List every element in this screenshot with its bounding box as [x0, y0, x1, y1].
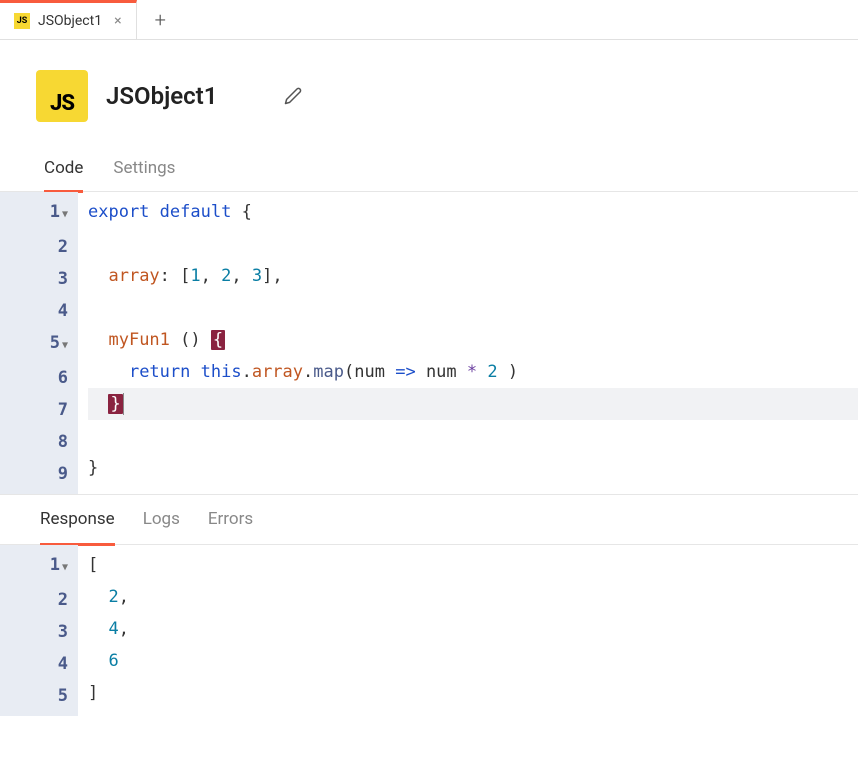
code-line[interactable]	[88, 292, 858, 324]
editor-subtabs: Code Settings	[0, 146, 858, 192]
editor-tab[interactable]: JS JSObject1 ×	[0, 0, 137, 39]
tab-label: JSObject1	[38, 13, 102, 29]
line-number: 2	[0, 584, 72, 616]
line-number: 3	[0, 616, 72, 648]
code-line[interactable]: export default {	[88, 196, 858, 228]
line-gutter: 1▼2345▼6789	[0, 192, 78, 494]
tab-settings[interactable]: Settings	[113, 146, 175, 191]
response-line: [	[88, 549, 858, 581]
tab-code[interactable]: Code	[44, 146, 83, 193]
response-line: 6	[88, 645, 858, 677]
add-tab-button[interactable]: +	[137, 8, 184, 32]
code-line[interactable]: }	[88, 388, 858, 420]
line-number: 4	[0, 648, 72, 680]
fold-icon[interactable]: ▼	[62, 209, 68, 220]
pencil-icon	[284, 87, 302, 105]
line-number: 5	[0, 680, 72, 712]
line-number: 4	[0, 295, 72, 327]
js-icon: JS	[14, 13, 30, 29]
code-line[interactable]	[88, 228, 858, 260]
line-number: 2	[0, 231, 72, 263]
js-badge-icon: JS	[36, 70, 88, 122]
page-title: JSObject1	[106, 82, 266, 110]
line-number: 3	[0, 263, 72, 295]
response-line: 4,	[88, 613, 858, 645]
tab-logs[interactable]: Logs	[143, 495, 180, 544]
code-line[interactable]	[88, 420, 858, 452]
code-line[interactable]: }	[88, 452, 858, 484]
response-line: 2,	[88, 581, 858, 613]
page-header: JS JSObject1	[0, 40, 858, 146]
response-viewer: 1▼2345 [ 2, 4, 6]	[0, 545, 858, 716]
close-icon[interactable]: ×	[114, 13, 121, 29]
response-gutter: 1▼2345	[0, 545, 78, 716]
output-tabs: Response Logs Errors	[0, 495, 858, 545]
edit-name-button[interactable]	[284, 87, 302, 105]
line-number: 7	[0, 394, 72, 426]
line-number: 6	[0, 362, 72, 394]
line-number: 8	[0, 426, 72, 458]
line-number: 9	[0, 458, 72, 490]
line-number: 1▼	[0, 196, 72, 231]
tab-errors[interactable]: Errors	[208, 495, 253, 544]
code-body[interactable]: export default { array: [1, 2, 3], myFun…	[78, 192, 858, 494]
code-line[interactable]: array: [1, 2, 3],	[88, 260, 858, 292]
line-number: 1▼	[0, 549, 72, 584]
response-line: ]	[88, 677, 858, 709]
line-number: 5▼	[0, 327, 72, 362]
tab-response[interactable]: Response	[40, 495, 115, 546]
code-line[interactable]: return this.array.map(num => num * 2 )	[88, 356, 858, 388]
fold-icon[interactable]: ▼	[62, 562, 68, 573]
tab-bar: JS JSObject1 × +	[0, 0, 858, 40]
code-editor[interactable]: 1▼2345▼6789 export default { array: [1, …	[0, 192, 858, 495]
fold-icon[interactable]: ▼	[62, 340, 68, 351]
code-line[interactable]: myFun1 () {	[88, 324, 858, 356]
response-body: [ 2, 4, 6]	[78, 545, 858, 716]
